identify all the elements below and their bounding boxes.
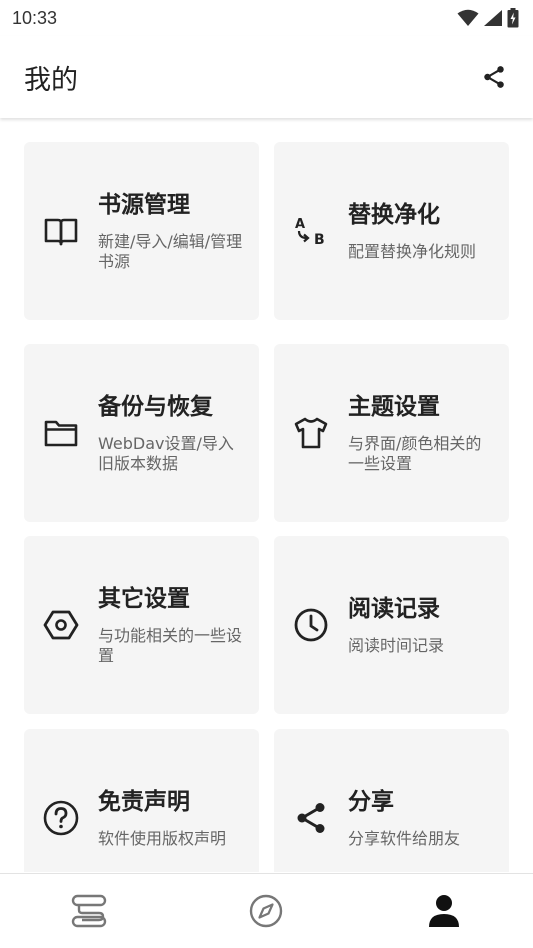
status-time: 10:33 [12, 7, 58, 28]
folder-icon [44, 420, 78, 447]
card-desc: 分享软件给朋友 [348, 829, 461, 848]
card-read-record[interactable]: 阅读记录 阅读时间记录 [274, 536, 509, 714]
bottom-nav [0, 873, 533, 948]
card-desc: 阅读时间记录 [348, 636, 445, 655]
replace-ab-icon: A B [295, 217, 325, 248]
battery-charging-icon [507, 8, 519, 28]
card-desc: WebDav设置/导入旧版本数据 [98, 434, 234, 473]
card-title: 主题设置 [348, 394, 440, 420]
card-title: 免责声明 [98, 789, 190, 815]
clock-icon [294, 608, 328, 642]
wifi-icon [457, 9, 479, 26]
card-disclaimer[interactable]: 免责声明 软件使用版权声明 [24, 729, 259, 872]
card-title: 其它设置 [98, 586, 190, 612]
status-icons [457, 8, 519, 28]
svg-text:B: B [314, 232, 325, 248]
card-title: 书源管理 [98, 192, 190, 218]
card-desc: 与功能相关的一些设置 [98, 626, 243, 665]
card-title: 替换净化 [348, 202, 440, 228]
tshirt-icon [294, 417, 328, 449]
share-icon [484, 66, 504, 88]
card-title: 备份与恢复 [98, 394, 213, 420]
app-bar: 我的 [0, 36, 533, 118]
help-circle-icon [43, 800, 79, 836]
status-bar: 10:33 [0, 0, 533, 36]
card-other-settings[interactable]: 其它设置 与功能相关的一些设置 [24, 536, 259, 714]
card-desc: 新建/导入/编辑/管理书源 [98, 232, 243, 271]
profile-person-icon [429, 895, 460, 927]
bookshelf-icon [71, 894, 107, 928]
share-icon [297, 803, 325, 833]
explore-compass-icon [250, 894, 283, 928]
nav-explore[interactable] [206, 881, 326, 941]
page-title: 我的 [24, 64, 78, 96]
card-desc: 软件使用版权声明 [98, 829, 227, 848]
book-icon [44, 218, 78, 246]
card-backup-restore[interactable]: 备份与恢复 WebDav设置/导入旧版本数据 [24, 344, 259, 522]
card-theme-settings[interactable]: 主题设置 与界面/颜色相关的一些设置 [274, 344, 509, 522]
nav-profile[interactable] [384, 881, 504, 941]
settings-grid: 书源管理 新建/导入/编辑/管理书源 A B 替换净化 配置替换净化规则 备份与… [24, 142, 510, 872]
nav-bookshelf[interactable] [29, 881, 149, 941]
card-book-source[interactable]: 书源管理 新建/导入/编辑/管理书源 [24, 142, 259, 320]
settings-hex-icon [43, 610, 79, 640]
card-desc: 与界面/颜色相关的一些设置 [348, 434, 482, 473]
card-title: 分享 [348, 789, 394, 815]
cell-signal-icon [484, 10, 502, 26]
svg-text:A: A [295, 217, 305, 232]
card-desc: 配置替换净化规则 [348, 242, 477, 261]
card-replace-rules[interactable]: A B 替换净化 配置替换净化规则 [274, 142, 509, 320]
share-button[interactable] [477, 60, 511, 94]
card-title: 阅读记录 [348, 596, 440, 622]
card-share[interactable]: 分享 分享软件给朋友 [274, 729, 509, 872]
